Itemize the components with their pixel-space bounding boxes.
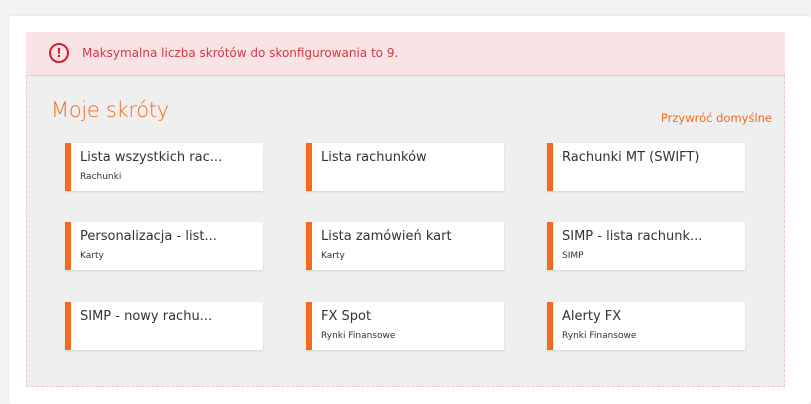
restore-defaults-link[interactable]: Przywróć domyślne: [661, 111, 772, 125]
shortcut-category: Rynki Finansowe: [321, 331, 396, 341]
exclamation-circle-icon: !: [49, 43, 69, 63]
shortcut-title: Lista zamówień kart: [321, 229, 452, 244]
shortcut-title: SIMP - nowy rachu...: [80, 309, 213, 324]
shortcut-category: Karty: [321, 251, 345, 261]
shortcut-title: Lista rachunków: [321, 150, 427, 165]
shortcut-title: FX Spot: [321, 309, 372, 324]
alert-message: Maksymalna liczba skrótów do skonfigurow…: [82, 46, 399, 60]
shortcut-category: Rachunki: [80, 172, 122, 182]
shortcut-tile[interactable]: Lista rachunków: [306, 143, 504, 191]
panel-title: Moje skróty: [51, 98, 169, 122]
max-shortcuts-alert: ! Maksymalna liczba skrótów do skonfigur…: [26, 32, 785, 76]
shortcut-title: Personalizacja - list...: [80, 229, 217, 244]
shortcuts-panel: Moje skróty Przywróć domyślne Lista wszy…: [26, 76, 785, 387]
shortcut-tile[interactable]: Lista wszystkich rac... Rachunki: [65, 143, 263, 191]
shortcut-category: Rynki Finansowe: [562, 331, 637, 341]
shortcut-tile[interactable]: FX Spot Rynki Finansowe: [306, 302, 504, 350]
shortcut-tile[interactable]: Alerty FX Rynki Finansowe: [547, 302, 745, 350]
shortcut-tile[interactable]: Lista zamówień kart Karty: [306, 222, 504, 270]
shortcut-title: SIMP - lista rachunk...: [562, 229, 703, 244]
shortcut-category: SIMP: [562, 251, 584, 261]
shortcut-tile[interactable]: Rachunki MT (SWIFT): [547, 143, 745, 191]
shortcut-category: Karty: [80, 251, 104, 261]
shortcut-title: Lista wszystkich rac...: [80, 150, 223, 165]
shortcut-title: Alerty FX: [562, 309, 622, 324]
shortcut-tile[interactable]: SIMP - lista rachunk... SIMP: [547, 222, 745, 270]
shortcut-title: Rachunki MT (SWIFT): [562, 150, 700, 165]
shortcut-tile[interactable]: Personalizacja - list... Karty: [65, 222, 263, 270]
shortcut-tile[interactable]: SIMP - nowy rachu...: [65, 302, 263, 350]
